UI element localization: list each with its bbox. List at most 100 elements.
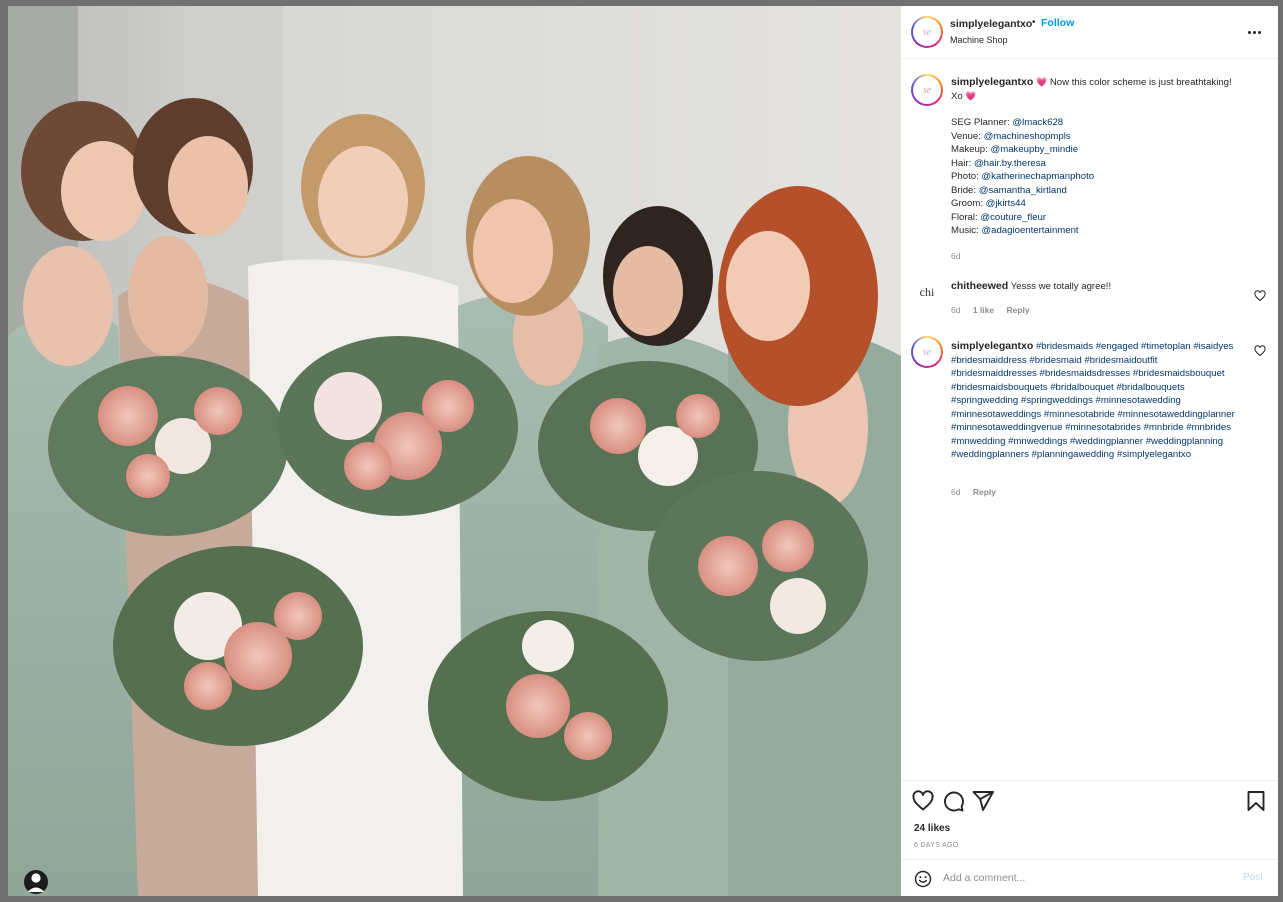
comment-username-link[interactable]: simplyelegantxo [951, 340, 1033, 352]
post-photo[interactable] [8, 6, 901, 896]
credit-mention-link[interactable]: @hair.by.theresa [974, 158, 1046, 169]
hashtag-link[interactable]: #bridesmaidsdresses [1040, 368, 1131, 379]
user-tag-button[interactable] [24, 870, 48, 894]
more-dot [1257, 30, 1261, 34]
hashtag-link[interactable]: #mnbrides [1186, 422, 1231, 433]
comment-meta: 6d 1 like Reply [951, 305, 1040, 315]
credit-line: Bride: @samantha_kirtland [951, 184, 1243, 198]
hashtag-link[interactable]: #bridesmaidoutfit [1084, 355, 1157, 366]
hashtag-link[interactable]: #bridesmaidsbouquets [951, 382, 1048, 393]
credit-mention-link[interactable]: @adagioentertainment [981, 225, 1078, 236]
hashtag-link[interactable]: #bridesmaids [1036, 341, 1093, 352]
post-modal-backdrop: se simplyelegantxo • Follow Machine Shop… [0, 0, 1283, 902]
credit-line: Makeup: @makeupby_mindie [951, 143, 1243, 157]
hashtag-link[interactable]: #minnesotabride [1044, 409, 1115, 420]
reply-button[interactable]: Reply [973, 487, 996, 497]
more-horizontal-icon [1247, 30, 1251, 34]
hashtag-link[interactable]: #bridesmaiddresses [951, 368, 1037, 379]
comment-message: Yesss we totally agree!! [1010, 281, 1112, 292]
caption-author-avatar[interactable]: se [911, 74, 943, 106]
hashtag-link[interactable]: #minnesotawedding [1096, 395, 1181, 406]
hashtag-link[interactable]: #weddingplanner [1070, 436, 1143, 447]
avatar-monogram: se [922, 84, 932, 96]
heart-icon[interactable] [911, 789, 935, 813]
hashtag-link[interactable]: #minnesotaweddings [951, 409, 1041, 420]
comment-input[interactable] [943, 868, 1233, 888]
hashtag-link[interactable]: #simplyelegantxo [1117, 449, 1191, 460]
more-dot [1252, 30, 1256, 34]
credit-label: Floral: [951, 211, 978, 223]
credit-mention-link[interactable]: @makeupby_mindie [990, 144, 1078, 155]
post-date[interactable]: 6 DAYS AGO [914, 842, 959, 849]
likes-count[interactable]: 24 likes [914, 823, 950, 834]
post-comment-button[interactable]: Post [1243, 872, 1263, 883]
hashtag-link[interactable]: #bridalbouquets [1116, 382, 1184, 393]
hashtag-link[interactable]: #bridesmaiddress [951, 355, 1027, 366]
credit-line: Music: @adagioentertainment [951, 224, 1243, 238]
send-icon[interactable] [971, 789, 995, 813]
post-details-panel: se simplyelegantxo • Follow Machine Shop… [901, 6, 1278, 896]
hashtag-link[interactable]: #isaidyes [1193, 341, 1233, 352]
author-username-link[interactable]: simplyelegantxo [950, 18, 1032, 30]
separator-dot: • [1032, 17, 1036, 28]
credit-line: Groom: @jkirts44 [951, 197, 1243, 211]
location-link[interactable]: Machine Shop [950, 35, 1008, 45]
credit-line: Venue: @machineshopmpls [951, 130, 1243, 144]
avatar-monogram: se [922, 26, 932, 38]
bookmark-icon[interactable] [1244, 789, 1268, 813]
reply-button[interactable]: Reply [1007, 305, 1030, 315]
comments-list[interactable]: se simplyelegantxo 💗 Now this color sche… [901, 60, 1278, 780]
credit-line: Floral: @couture_fleur [951, 211, 1243, 225]
avatar-monogram: se [922, 346, 932, 358]
credit-mention-link[interactable]: @samantha_kirtland [979, 185, 1067, 196]
more-options-button[interactable] [1241, 23, 1267, 41]
credit-line: SEG Planner: @lmack628 [951, 116, 1243, 130]
follow-button[interactable]: Follow [1041, 17, 1074, 29]
credit-label: Bride: [951, 184, 977, 196]
hashtag-link[interactable]: #bridesmaid [1029, 355, 1081, 366]
hashtag-link[interactable]: #planningawedding [1032, 449, 1115, 460]
commenter-avatar[interactable]: chi [914, 279, 940, 305]
hashtag-link[interactable]: #bridalbouquet [1050, 382, 1113, 393]
credit-line: Hair: @hair.by.theresa [951, 157, 1243, 171]
post-actions: 24 likes 6 DAYS AGO [901, 780, 1278, 860]
credit-mention-link[interactable]: @couture_fleur [980, 212, 1046, 223]
credit-mention-link[interactable]: @machineshopmpls [984, 131, 1071, 142]
avatar-text: chi [919, 284, 935, 299]
pink-heart-emoji: 💗 [1035, 77, 1048, 87]
pink-heart-emoji: 💗 [965, 90, 977, 101]
comment-like-count[interactable]: 1 like [973, 305, 994, 315]
hashtag-link[interactable]: #timetoplan [1141, 341, 1191, 352]
smiley-icon[interactable] [914, 870, 932, 888]
hashtag-link[interactable]: #mnweddings [1008, 436, 1067, 447]
hashtag-link[interactable]: #springweddings [1021, 395, 1093, 406]
caption-username-link[interactable]: simplyelegantxo [951, 76, 1033, 88]
hashtag-link[interactable]: #minnesotaweddingvenue [951, 422, 1062, 433]
user-tag-icon [27, 873, 45, 892]
comment-icon[interactable] [941, 789, 965, 813]
author-avatar[interactable]: se [911, 16, 943, 48]
credit-label: Venue: [951, 130, 981, 142]
caption-text: simplyelegantxo 💗 Now this color scheme … [951, 76, 1243, 238]
hashtag-link[interactable]: #weddingplanning [1146, 436, 1223, 447]
credit-mention-link[interactable]: @katherinechapmanphoto [981, 171, 1094, 182]
hashtag-link[interactable]: #mnwedding [951, 436, 1005, 447]
hashtag-link[interactable]: #weddingplanners [951, 449, 1029, 460]
hashtag-comment-text: simplyelegantxo #bridesmaids #engaged #t… [951, 340, 1243, 462]
hashtag-link[interactable]: #mnbride [1144, 422, 1184, 433]
credit-line: Photo: @katherinechapmanphoto [951, 170, 1243, 184]
hashtag-link[interactable]: #minnesotaweddingplanner [1117, 409, 1234, 420]
hashtag-link[interactable]: #springwedding [951, 395, 1018, 406]
hashtag-link[interactable]: #bridesmaidsbouquet [1133, 368, 1225, 379]
caption-time[interactable]: 6d [951, 251, 960, 261]
comment-username-link[interactable]: chitheewed [951, 280, 1008, 292]
hashtag-link[interactable]: #engaged [1096, 341, 1139, 352]
credit-mention-link[interactable]: @lmack628 [1012, 117, 1063, 128]
like-comment-heart-icon[interactable] [1254, 290, 1266, 302]
commenter-avatar[interactable]: se [911, 336, 943, 368]
hashtag-link[interactable]: #minnesotabrides [1065, 422, 1141, 433]
comment-time[interactable]: 6d [951, 487, 960, 497]
comment-time[interactable]: 6d [951, 305, 960, 315]
like-comment-heart-icon[interactable] [1254, 345, 1266, 357]
credit-mention-link[interactable]: @jkirts44 [986, 198, 1026, 209]
